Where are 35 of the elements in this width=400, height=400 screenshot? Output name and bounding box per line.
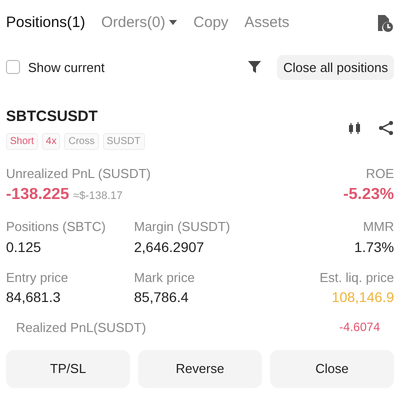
caret-icon	[169, 20, 178, 26]
field-value: 108,146.9	[330, 288, 394, 307]
approx-value: ≈$-138.17	[73, 189, 123, 204]
close-all-button[interactable]: Close all positions	[277, 54, 394, 80]
field-value: 85,786.4	[134, 288, 190, 307]
field-label: Entry price	[6, 268, 70, 287]
candlestick-icon[interactable]	[348, 120, 362, 135]
field-label: Est. liq. price	[318, 268, 394, 287]
field-value: 1.73%	[353, 238, 394, 256]
tab[interactable]: Positions(1)	[6, 12, 86, 34]
field-label: Mark price	[134, 268, 196, 287]
symbol-title: SBTCSUSDT	[6, 107, 99, 127]
pnl-value: -138.225	[6, 185, 70, 205]
tag: Short	[6, 132, 38, 150]
action-button[interactable]: Reverse	[138, 350, 262, 388]
field-label: Margin (SUSDT)	[134, 218, 232, 236]
field-label: ROE	[364, 164, 394, 182]
tag: Cross	[64, 132, 99, 150]
field-value: 2,646.2907	[134, 238, 206, 256]
tag: 4x	[42, 132, 60, 150]
checkbox-label[interactable]: Show current	[28, 58, 105, 77]
realized-value: -4.6074	[339, 319, 380, 336]
action-button[interactable]: TP/SL	[6, 350, 130, 388]
field-label: MMR	[362, 218, 394, 236]
field-value: 0.125	[6, 238, 42, 256]
action-button[interactable]: Close	[270, 350, 394, 388]
field-label: Positions (SBTC)	[6, 218, 107, 236]
tag: SUSDT	[102, 132, 144, 150]
share-icon[interactable]	[378, 120, 394, 136]
checkbox[interactable]	[6, 60, 20, 74]
field-label: Realized PnL(SUSDT)	[16, 319, 146, 337]
field-label: Unrealized PnL (SUSDT)	[6, 164, 151, 183]
field-value: 84,681.3	[6, 288, 62, 307]
filter-icon[interactable]	[248, 60, 262, 74]
roe-value: -5.23%	[343, 185, 394, 205]
